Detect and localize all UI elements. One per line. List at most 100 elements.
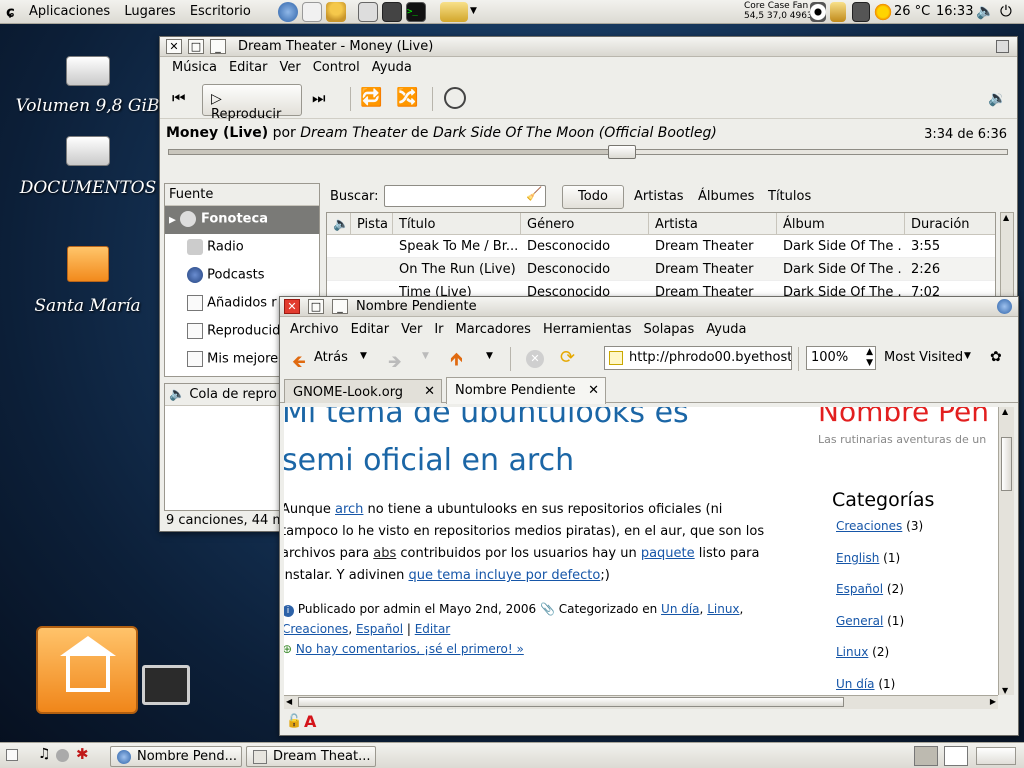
meta-link-linux[interactable]: Linux xyxy=(707,602,739,616)
mail-launcher-icon[interactable] xyxy=(302,2,322,22)
next-icon[interactable]: ⏭ xyxy=(312,89,326,107)
desktop-icon-volume[interactable]: Volumen 9,8 GiB xyxy=(10,56,165,116)
home-arrow-icon[interactable]: 🡹 xyxy=(450,347,463,377)
blog-name[interactable]: Nombre Pen xyxy=(818,407,989,428)
maximize-icon[interactable]: □ xyxy=(188,39,204,54)
link-paquete[interactable]: paquete xyxy=(641,546,695,561)
meta-link-un-dia[interactable]: Un día xyxy=(661,602,700,616)
comments-link[interactable]: No hay comentarios, ¡sé el primero! » xyxy=(296,642,524,656)
menu-control[interactable]: Control xyxy=(307,57,366,79)
menu-herramientas[interactable]: Herramientas xyxy=(537,319,638,341)
column-pista[interactable]: Pista xyxy=(351,213,393,235)
column-duracion[interactable]: Duración xyxy=(905,213,995,235)
desktop-icon-documentos[interactable]: DOCUMENTOS xyxy=(10,136,165,198)
menu-ver[interactable]: Ver xyxy=(395,319,428,341)
previous-icon[interactable]: ⏮ xyxy=(172,89,186,107)
gnome-foot-icon[interactable]: ɕ xyxy=(6,3,20,21)
menu-lugares[interactable]: Lugares xyxy=(119,0,180,23)
filter-artists[interactable]: Artistas xyxy=(634,189,684,204)
rhythmbox-titlebar[interactable]: ✕ □ _ Dream Theater - Money (Live) xyxy=(160,37,1017,57)
category-link[interactable]: Un día xyxy=(836,677,875,691)
scroll-down-icon[interactable]: ▼ xyxy=(1002,686,1008,695)
forward-history-icon[interactable]: ▼ xyxy=(422,351,429,361)
volume-icon[interactable]: 🔈 xyxy=(976,2,995,20)
back-button[interactable]: Atrás xyxy=(314,350,348,365)
h-scroll-thumb[interactable] xyxy=(298,697,844,707)
repeat-icon[interactable]: 🔁 xyxy=(360,87,382,108)
close-icon[interactable]: ✕ xyxy=(284,299,300,314)
category-link[interactable]: General xyxy=(836,614,883,628)
stop-icon[interactable]: ✕ xyxy=(526,350,544,368)
filter-titles[interactable]: Títulos xyxy=(768,189,811,204)
post-title-line-2[interactable]: semi oficial en arch xyxy=(284,443,574,478)
tab-gnome-look[interactable]: GNOME-Look.org ✕ xyxy=(284,379,442,403)
edit-link[interactable]: Editar xyxy=(415,622,451,636)
queue-label[interactable]: Cola de repro xyxy=(189,387,276,402)
page-horizontal-scrollbar[interactable]: ◀ ▶ xyxy=(284,695,998,709)
meta-link-espanol[interactable]: Español xyxy=(356,622,403,636)
filter-all-button[interactable]: Todo xyxy=(562,185,624,209)
scroll-up-icon[interactable]: ▲ xyxy=(1002,407,1008,416)
forward-arrow-icon[interactable]: 🡺 xyxy=(388,349,402,378)
terminal-launcher-icon[interactable]: >_ xyxy=(406,2,426,22)
menu-editar[interactable]: Editar xyxy=(345,319,396,341)
maximize-icon[interactable]: □ xyxy=(308,299,324,314)
back-history-icon[interactable]: ▼ xyxy=(360,351,367,361)
play-button[interactable]: ▷ Reproducir xyxy=(202,84,302,122)
zoom-value[interactable]: 100% xyxy=(811,350,848,365)
chevron-down-icon[interactable]: ▼ xyxy=(470,6,477,16)
menu-aplicaciones[interactable]: Aplicaciones xyxy=(24,0,115,23)
menu-ir[interactable]: Ir xyxy=(428,319,449,341)
scroll-thumb[interactable] xyxy=(1001,437,1012,491)
menu-ayuda[interactable]: Ayuda xyxy=(700,319,752,341)
tab-nombre-pendiente[interactable]: Nombre Pendiente ✕ xyxy=(446,377,606,404)
workspace-1[interactable] xyxy=(914,746,938,766)
source-podcasts[interactable]: Podcasts xyxy=(165,262,319,290)
music-note-icon[interactable]: ♫ xyxy=(38,746,51,762)
network-icon[interactable] xyxy=(852,2,870,22)
link-arch[interactable]: arch xyxy=(335,502,363,517)
calculator-launcher-icon[interactable] xyxy=(382,2,402,22)
back-arrow-icon[interactable]: 🡸 xyxy=(292,349,306,378)
scroll-right-icon[interactable]: ▶ xyxy=(990,697,996,706)
close-tab-icon[interactable]: ✕ xyxy=(424,384,435,399)
post-title-line-1[interactable]: Mi tema de ubuntulooks es xyxy=(284,407,689,430)
menu-solapas[interactable]: Solapas xyxy=(638,319,701,341)
scroll-up-icon[interactable]: ▲ xyxy=(1003,213,1009,222)
track-row[interactable]: Speak To Me / Br... Desconocido Dream Thea… xyxy=(327,235,995,258)
menu-escritorio[interactable]: Escritorio xyxy=(185,0,256,23)
link-abs[interactable]: abs xyxy=(373,546,396,561)
menu-archivo[interactable]: Archivo xyxy=(284,319,345,341)
menu-ver[interactable]: Ver xyxy=(273,57,306,79)
hand-icon[interactable] xyxy=(830,2,846,22)
meta-link-creaciones[interactable]: Creaciones xyxy=(284,622,348,636)
search-input[interactable] xyxy=(384,185,546,207)
column-album[interactable]: Álbum xyxy=(777,213,905,235)
desktop-icon-santa-maria[interactable]: Santa María xyxy=(10,246,165,316)
page-vertical-scrollbar[interactable]: ▲ ▼ xyxy=(998,407,1014,695)
shuffle-icon[interactable]: 🔀 xyxy=(396,87,418,108)
firefox-window-icon[interactable] xyxy=(997,299,1012,314)
volume-icon[interactable]: 🔉 xyxy=(988,89,1007,107)
source-fonoteca[interactable]: ▶ Fonoteca xyxy=(165,206,319,234)
messenger-launcher-icon[interactable] xyxy=(326,2,346,22)
window-menu-icon[interactable] xyxy=(996,40,1009,53)
column-titulo[interactable]: Título xyxy=(393,213,521,235)
url-text[interactable]: http://phrodo00.byethost xyxy=(629,350,791,365)
firefox-titlebar[interactable]: ✕ □ _ Nombre Pendiente xyxy=(280,297,1018,317)
show-desktop-icon[interactable] xyxy=(6,749,18,761)
lock-icon[interactable]: 🔓 xyxy=(286,714,302,729)
eye-icon[interactable] xyxy=(810,2,826,22)
track-row[interactable]: On The Run (Live) Desconocido Dream Theate… xyxy=(327,258,995,281)
reload-icon[interactable]: ⟳ xyxy=(560,347,575,368)
temperature[interactable]: 26 °C xyxy=(894,4,930,19)
clear-search-icon[interactable]: 🧹 xyxy=(526,187,542,202)
category-link[interactable]: Español xyxy=(836,582,883,596)
zoom-spinner[interactable]: 100% ▲ ▼ xyxy=(806,346,876,370)
most-visited-menu[interactable]: Most Visited xyxy=(884,350,963,365)
spinner-arrows-icon[interactable]: ▲ ▼ xyxy=(866,347,873,369)
column-artista[interactable]: Artista xyxy=(649,213,777,235)
taskbar-rhythmbox[interactable]: Dream Theat... xyxy=(246,746,376,767)
minimize-icon[interactable]: _ xyxy=(210,39,226,54)
url-bar[interactable]: http://phrodo00.byethost xyxy=(604,346,792,370)
